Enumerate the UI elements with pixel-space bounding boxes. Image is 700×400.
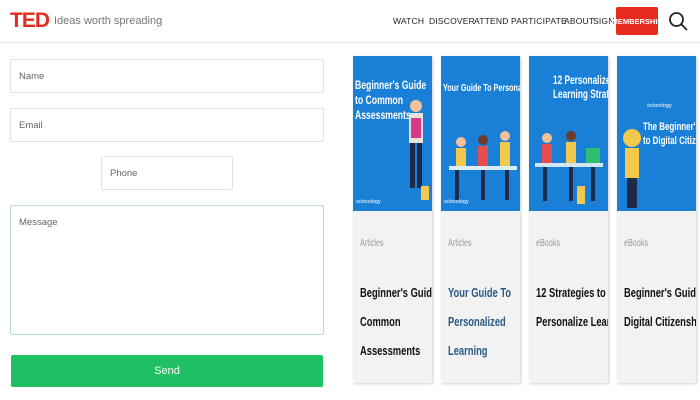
search-icon[interactable]: [668, 11, 688, 31]
resource-card[interactable]: Beginner's Guide to Common Assessments s…: [353, 56, 432, 383]
thumbnail-title: 12 Personalized Learning Strategies: [553, 75, 608, 102]
thumbnail-brand: schoology: [356, 199, 381, 205]
ted-logo[interactable]: TED: [10, 9, 50, 33]
card-thumbnail[interactable]: Beginner's Guide to Common Assessments s…: [353, 56, 432, 211]
tagline: Ideas worth spreading: [54, 15, 163, 27]
email-field[interactable]: Email: [10, 108, 324, 142]
message-field[interactable]: Message: [10, 205, 324, 335]
card-thumbnail[interactable]: Your Guide To Personalized Learning scho…: [441, 56, 520, 211]
phone-placeholder: Phone: [110, 168, 138, 179]
thumbnail-brand: schoology: [444, 199, 469, 205]
group-illustration: [449, 131, 517, 200]
card-category: Articles: [360, 238, 384, 249]
nav-participate[interactable]: PARTICIPATE: [511, 16, 567, 26]
thumbnail-title: Your Guide To Personalized Learning: [443, 83, 520, 94]
card-category: eBooks: [624, 238, 649, 249]
card-category: Articles: [448, 238, 472, 249]
name-placeholder: Name: [19, 71, 45, 82]
site-header: TED Ideas worth spreading WATCH DISCOVER…: [0, 0, 700, 43]
nav-watch[interactable]: WATCH: [393, 16, 424, 26]
nav-discover[interactable]: DISCOVER: [429, 16, 475, 26]
send-button[interactable]: Send: [11, 355, 323, 387]
card-thumbnail[interactable]: schoology The Beginner's Guide to Digita…: [617, 56, 696, 211]
card-title[interactable]: 12 Strategies to Personalize Learning: [536, 278, 608, 336]
card-title[interactable]: Your Guide To Personalized Learning: [448, 278, 511, 365]
person-illustration: [409, 100, 429, 200]
resource-card[interactable]: Your Guide To Personalized Learning scho…: [441, 56, 520, 383]
nav-about[interactable]: ABOUT: [564, 16, 594, 26]
card-category: eBooks: [536, 238, 561, 249]
nav-attend[interactable]: ATTEND: [474, 16, 509, 26]
membership-button[interactable]: MEMBERSHIP: [612, 7, 662, 35]
card-title[interactable]: Beginner's Guide to Digital Citizenship: [624, 278, 696, 336]
message-placeholder: Message: [19, 217, 58, 228]
resource-card[interactable]: schoology The Beginner's Guide to Digita…: [617, 56, 696, 383]
people-illustration: [535, 131, 603, 204]
email-placeholder: Email: [19, 120, 43, 131]
person-illustration: [623, 129, 641, 208]
thumbnail-title: The Beginner's Guide to Digital Citizens…: [643, 121, 696, 147]
phone-field[interactable]: Phone: [101, 156, 233, 190]
thumbnail-brand: schoology: [647, 103, 672, 109]
card-thumbnail[interactable]: 12 Personalized Learning Strategies: [529, 56, 608, 211]
card-title[interactable]: Beginner's Guide to Common Assessments: [360, 278, 432, 365]
name-field[interactable]: Name: [10, 59, 324, 93]
resource-card[interactable]: 12 Personalized Learning Strategies eBoo…: [529, 56, 608, 383]
